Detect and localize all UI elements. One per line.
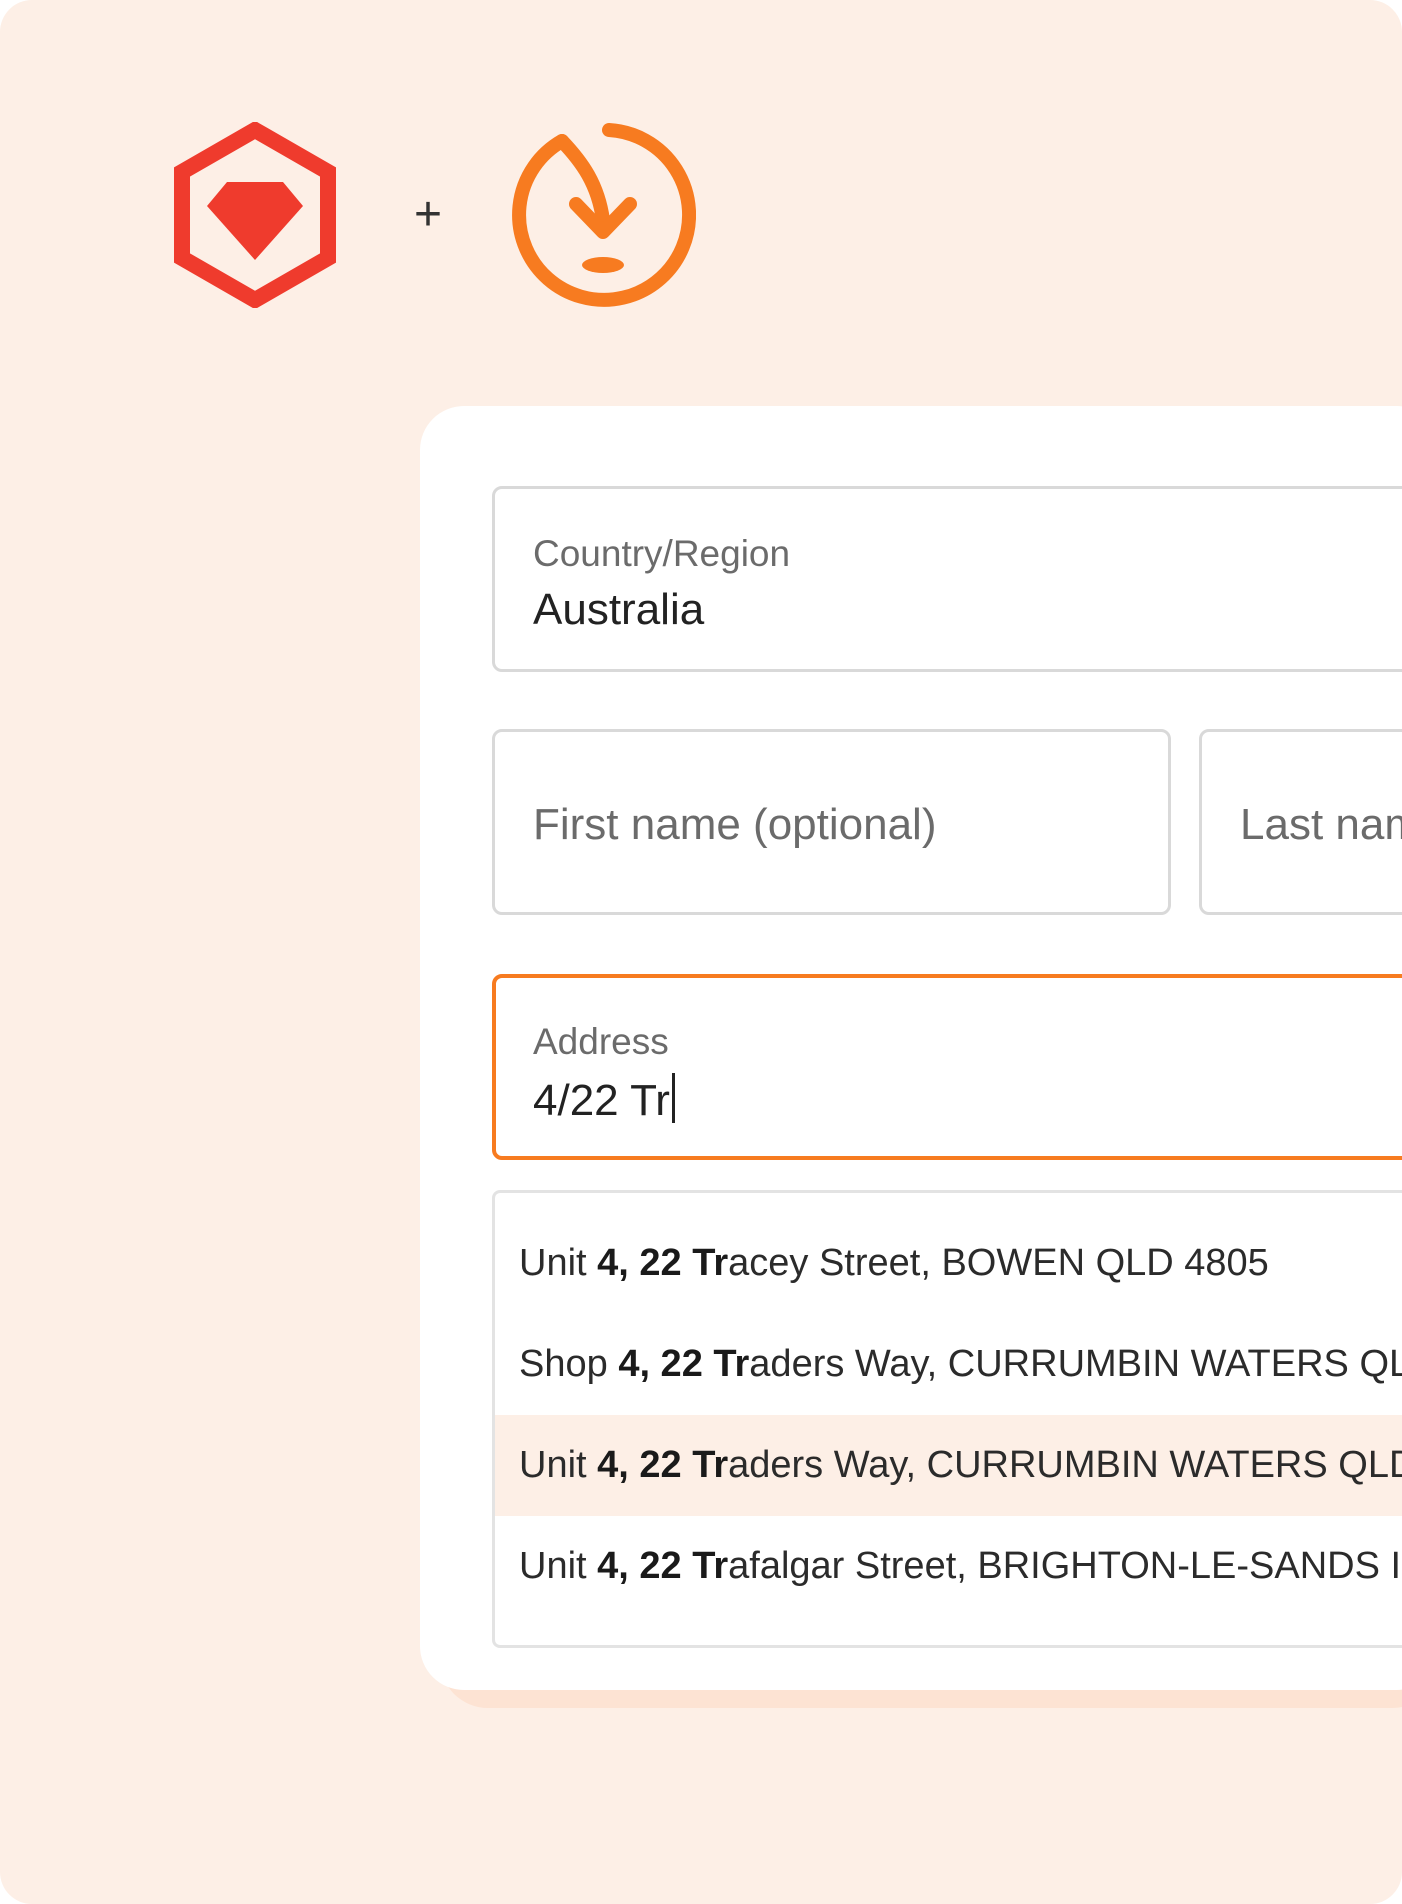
suggestion-match: 4, 22 Tr: [597, 1545, 729, 1587]
suggestion-item-highlighted[interactable]: Unit 4, 22 Traders Way, CURRUMBIN WATERS…: [495, 1415, 1402, 1516]
suggestion-prefix: Shop: [519, 1343, 619, 1385]
first-name-placeholder: First name (optional): [533, 800, 937, 849]
circular-arrow-download-logo-icon: [512, 123, 696, 307]
suggestion-item[interactable]: Shop 4, 22 Traders Way, CURRUMBIN WATERS…: [495, 1314, 1402, 1415]
last-name-input[interactable]: Last nam: [1199, 729, 1402, 915]
suggestion-suffix: afalgar Street, BRIGHTON-LE-SANDS I: [728, 1545, 1402, 1587]
address-label: Address: [533, 1021, 669, 1062]
country-label: Country/Region: [533, 533, 791, 574]
address-input[interactable]: Address 4/22 Tr: [492, 974, 1402, 1160]
suggestion-suffix: aders Way, CURRUMBIN WATERS QLI: [749, 1343, 1402, 1385]
suggestion-match: 4, 22 Tr: [597, 1444, 729, 1486]
suggestion-item[interactable]: Unit 4, 22 Trafalgar Street, BRIGHTON-LE…: [495, 1516, 1402, 1617]
text-caret: [671, 1073, 675, 1123]
page-background: + Country/Region Australia First name (o…: [0, 0, 1402, 1904]
suggestion-match: 4, 22 Tr: [597, 1242, 729, 1284]
first-name-input[interactable]: First name (optional): [492, 729, 1171, 915]
suggestion-prefix: Unit: [519, 1242, 598, 1284]
plus-separator: +: [413, 188, 443, 241]
last-name-placeholder: Last nam: [1240, 800, 1402, 849]
address-value: 4/22 Tr: [533, 1073, 675, 1126]
suggestion-match: 4, 22 Tr: [618, 1343, 750, 1385]
country-value: Australia: [533, 585, 705, 634]
suggestion-suffix: acey Street, BOWEN QLD 4805: [728, 1242, 1269, 1284]
suggestion-prefix: Unit: [519, 1444, 598, 1486]
address-typed-text: 4/22 Tr: [533, 1076, 670, 1125]
suggestion-prefix: Unit: [519, 1545, 598, 1587]
suggestion-suffix: aders Way, CURRUMBIN WATERS QLD: [728, 1444, 1402, 1486]
suggestion-item[interactable]: Unit 4, 22 Tracey Street, BOWEN QLD 4805: [495, 1213, 1402, 1314]
address-suggestions-dropdown: Unit 4, 22 Tracey Street, BOWEN QLD 4805…: [492, 1190, 1402, 1648]
country-select[interactable]: Country/Region Australia: [492, 486, 1402, 672]
ruby-hexagon-logo-icon: [174, 122, 336, 308]
